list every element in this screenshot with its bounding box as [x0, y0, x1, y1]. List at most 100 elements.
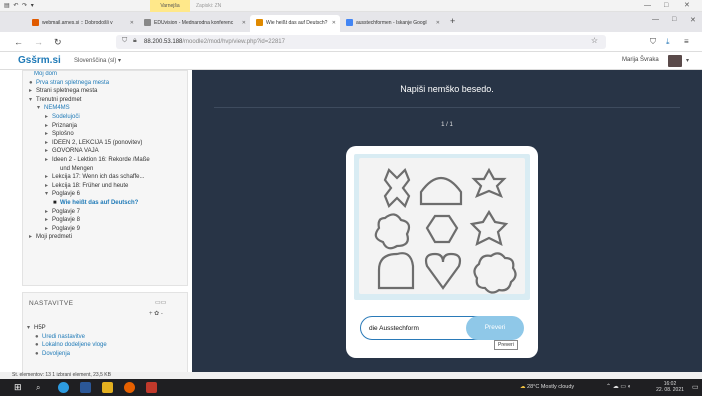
dock-block-icon[interactable]: ▭▭ — [155, 299, 166, 306]
nav-item[interactable]: ▸ Strani spletnega mesta — [29, 87, 97, 95]
address-bar[interactable]: ⛉ 🔒︎ 88.200.53.188/moodle2/mod/hvp/view.… — [116, 35, 606, 49]
settings-item[interactable]: ● Dovoljenja — [35, 350, 70, 358]
search-icon[interactable]: ⌕ — [36, 382, 47, 393]
weather-icon: ☁ — [520, 384, 526, 390]
cookie-cutters-illustration — [374, 167, 517, 294]
nav-item-label: NEM4MS — [44, 105, 70, 112]
close-tab-icon[interactable]: ✕ — [130, 15, 134, 32]
tree-arrow-icon: ▾ — [29, 96, 33, 103]
notifications-icon[interactable]: ▭ — [692, 383, 699, 391]
browser-tab-active[interactable]: Wie heißt das auf Deutsch? ✕ — [250, 15, 340, 32]
check-button[interactable]: Preveri — [466, 316, 524, 340]
bullet-icon: ● — [35, 333, 39, 340]
settings-item[interactable]: ● Lokalno dodeljene vloge — [35, 341, 107, 349]
browser-tab[interactable]: webmail.arnes.si :: Dobrodošli v ✕ — [26, 15, 138, 32]
nav-item-label: Lokalno dodeljene vloge — [42, 342, 107, 349]
nav-item-label: Poglavje 8 — [52, 217, 81, 224]
settings-block-title: NASTAVITVE — [29, 300, 74, 307]
nav-item[interactable]: ▸ Moji predmeti — [29, 233, 72, 241]
bookmark-star-icon[interactable]: ☆ — [591, 36, 598, 45]
maximize-icon[interactable]: □ — [664, 0, 668, 12]
user-name[interactable]: Marija Švraka — [622, 57, 659, 63]
edge-icon[interactable] — [58, 382, 69, 393]
browser-maximize-icon[interactable]: □ — [672, 16, 676, 23]
shield-icon: ⛉ — [122, 37, 128, 44]
nav-item[interactable]: ▸ Ideen 2 - Lektion 16: Rekorde /Maße — [45, 156, 150, 164]
settings-item[interactable]: ● Uredi nastavitve — [35, 333, 85, 341]
nav-item[interactable]: ● Prva stran spletnega mesta — [29, 79, 109, 87]
settings-item[interactable]: ▾ H5P — [27, 324, 46, 332]
nav-item[interactable]: ■ Wie heißt das auf Deutsch? — [53, 199, 138, 207]
block-actions-icon[interactable]: + ✿ - — [149, 310, 163, 317]
forward-icon[interactable]: → — [34, 32, 43, 52]
word-icon[interactable] — [80, 382, 91, 393]
question-text: Napiši nemško besedo. — [400, 84, 494, 94]
navigation-block: Moj dom ● Prva stran spletnega mesta ▸ Stran… — [22, 70, 188, 286]
nav-item-label: IDEEN 2, LEKCIJA 15 (ponovitev) — [52, 139, 143, 146]
site-brand[interactable]: Gsšrm.si — [18, 55, 61, 66]
url-text: 88.200.53.188/moodle2/mod/hvp/view.php?i… — [144, 39, 285, 45]
nav-item[interactable]: ▸ Sodelujoči — [45, 113, 80, 121]
answer-input[interactable] — [361, 317, 471, 339]
tree-arrow-icon: ▸ — [29, 88, 33, 95]
nav-item-label: Ideen 2 - Lektion 16: Rekorde /Maße — [52, 157, 150, 163]
pocket-icon[interactable]: ⛉ — [650, 32, 656, 52]
nav-item[interactable]: ▸ GOVORNA VAJA — [45, 147, 99, 155]
system-tray-icons[interactable]: ⌃ ☁ ▭ ◐ — [606, 379, 631, 396]
close-icon[interactable]: ✕ — [684, 0, 690, 12]
nav-item[interactable]: ▸ Poglavje 8 — [45, 216, 80, 224]
nav-item[interactable]: ▸ Lekcija 17: Wenn ich das schaffe... — [45, 173, 145, 181]
question-counter: 1 / 1 — [441, 122, 453, 128]
moodle-header: Gsšrm.si Slovenščina (sl) ▾ Marija Švrak… — [0, 52, 702, 70]
language-menu[interactable]: Slovenščina (sl) ▾ — [74, 57, 121, 64]
new-tab-icon[interactable]: + — [450, 16, 455, 26]
browser-tab[interactable]: EDUvision - Mednarodna konferenc ✕ — [138, 15, 250, 32]
minimize-icon[interactable]: — — [644, 0, 651, 12]
tree-arrow-icon: ▸ — [45, 114, 49, 120]
nav-item-label: Lekcija 18: Früher und heute — [52, 182, 129, 189]
nav-item[interactable]: ▾ Trenutni predmet — [29, 96, 81, 104]
tree-arrow-icon: ▸ — [45, 217, 49, 224]
download-icon[interactable]: ⤓ — [666, 32, 670, 52]
nav-item[interactable]: ▾ NEM4MS — [37, 104, 70, 112]
nav-item[interactable]: ▸ IDEEN 2, LEKCIJA 15 (ponovitev) — [45, 139, 142, 147]
nav-item-label: Poglavje 9 — [52, 225, 81, 232]
nav-item[interactable]: ▸ Priznanja — [45, 122, 77, 130]
cookie-cutters-image — [359, 158, 525, 294]
user-menu-chevron-icon[interactable]: ▾ — [686, 57, 689, 64]
firefox-icon[interactable] — [124, 382, 135, 393]
app-icon[interactable] — [146, 382, 157, 393]
eduvision-favicon — [144, 19, 151, 27]
close-tab-icon[interactable]: ✕ — [436, 15, 440, 32]
nav-item-label: Priznanja — [52, 122, 78, 129]
clock[interactable]: 16:02 22. 08. 2021 — [652, 381, 688, 393]
quick-access-toolbar[interactable]: ▤ ↶ ↷ ▾ — [4, 2, 35, 9]
avatar[interactable] — [668, 55, 682, 67]
browser-tab[interactable]: ausstechformen - Iskanje Googl ✕ — [340, 15, 444, 32]
nav-item-label: Moji predmeti — [36, 234, 73, 241]
browser-minimize-icon[interactable]: — — [652, 16, 659, 23]
webmail-favicon — [32, 19, 39, 27]
menu-icon[interactable]: ≡ — [684, 32, 689, 52]
google-favicon — [346, 19, 353, 27]
nav-item[interactable]: ▸ Poglavje 9 — [45, 225, 80, 233]
reload-icon[interactable]: ↻ — [54, 32, 62, 52]
close-tab-icon[interactable]: ✕ — [242, 15, 246, 32]
nav-item[interactable]: ▸ Lekcija 18: Früher und heute — [45, 182, 128, 190]
nav-item[interactable]: Moj dom — [27, 71, 57, 78]
browser-close-icon[interactable]: ✕ — [690, 16, 696, 24]
file-explorer-icon[interactable] — [102, 382, 113, 393]
nav-item[interactable]: ▸ Splošno — [45, 130, 74, 138]
close-tab-icon[interactable]: ✕ — [332, 15, 336, 32]
back-icon[interactable]: ← — [14, 32, 23, 52]
nav-item[interactable]: ▸ Poglavje 7 — [45, 208, 80, 216]
lock-icon: 🔒︎ — [133, 37, 137, 44]
nav-item[interactable]: ▾ Poglavje 6 — [45, 190, 80, 198]
nav-item[interactable]: und Mengen — [53, 165, 93, 173]
h5p-icon: ■ — [53, 200, 57, 206]
windows-start-icon[interactable]: ⊞ — [14, 382, 25, 393]
bullet-icon: ● — [35, 350, 39, 357]
weather-widget[interactable]: ☁ 28°C Mostly cloudy — [520, 379, 574, 396]
context-tab[interactable]: Varnejša — [150, 0, 190, 12]
tree-arrow-icon: ▸ — [45, 208, 49, 215]
